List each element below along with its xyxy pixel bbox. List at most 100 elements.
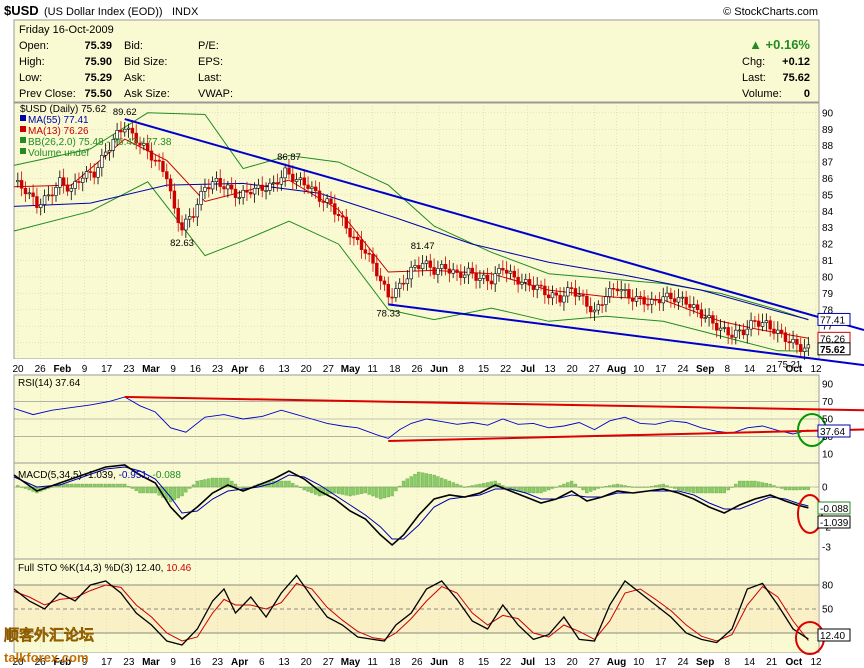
candle-body bbox=[462, 274, 467, 278]
x-tick-label: 26 bbox=[35, 364, 47, 375]
legend-ma55: MA(55) 77.41 bbox=[28, 115, 89, 126]
rsi-y-tick: 70 bbox=[822, 397, 834, 408]
macd-histogram-bar bbox=[176, 486, 180, 499]
candle-body bbox=[157, 159, 161, 162]
sto-tag: 12.40 bbox=[820, 631, 845, 642]
macd-histogram-bar bbox=[657, 484, 662, 488]
candle-body bbox=[69, 188, 73, 192]
macd-histogram-bar bbox=[84, 483, 89, 488]
candle-body bbox=[73, 181, 77, 189]
candle-body bbox=[596, 304, 601, 311]
candle-body bbox=[19, 180, 24, 189]
macd-histogram-bar bbox=[291, 483, 295, 488]
candle-body bbox=[646, 303, 650, 306]
macd-histogram-bar bbox=[527, 486, 532, 494]
candle-body bbox=[501, 268, 505, 271]
macd-histogram-bar bbox=[23, 486, 28, 489]
x-tick-label-bottom: 8 bbox=[725, 657, 731, 668]
candle-body bbox=[577, 294, 581, 297]
x-tick-label-bottom: 13 bbox=[278, 657, 290, 668]
candle-body bbox=[535, 284, 539, 290]
candle-body bbox=[787, 341, 791, 344]
candle-body bbox=[779, 329, 784, 334]
macd-histogram-bar bbox=[653, 485, 658, 488]
x-tick-label-bottom: 23 bbox=[123, 657, 135, 668]
price-right-tag: 77.41 bbox=[820, 315, 845, 326]
prev-close-value: 75.50 bbox=[84, 88, 112, 100]
x-tick-label-bottom: 6 bbox=[259, 657, 265, 668]
macd-histogram-bar bbox=[482, 483, 486, 488]
x-tick-label-bottom: 11 bbox=[367, 657, 378, 668]
candle-body bbox=[386, 284, 390, 298]
x-tick-label: Sep bbox=[696, 364, 714, 375]
candle-body bbox=[466, 267, 471, 276]
price-annotation: 78.33 bbox=[376, 308, 400, 319]
macd-histogram-bar bbox=[569, 480, 574, 488]
price-annotation: 82.63 bbox=[170, 238, 194, 249]
legend-volume: Volume undef bbox=[28, 148, 89, 159]
candle-body bbox=[287, 167, 291, 175]
candle-body bbox=[348, 227, 352, 238]
macd-histogram-bar bbox=[188, 486, 192, 489]
macd-histogram-bar bbox=[604, 486, 608, 488]
price-annotation: 89.62 bbox=[113, 107, 137, 118]
macd-histogram-bar bbox=[344, 486, 348, 496]
candle-body bbox=[317, 190, 322, 202]
x-tick-label: Jul bbox=[521, 364, 536, 375]
macd-histogram-bar bbox=[447, 480, 452, 488]
candle-body bbox=[130, 127, 135, 134]
candle-body bbox=[707, 315, 711, 318]
chg-label: Chg: bbox=[742, 56, 765, 68]
macd-histogram-bar bbox=[443, 479, 448, 488]
macd-histogram-bar bbox=[390, 486, 394, 497]
candle-body bbox=[172, 190, 177, 209]
candle-body bbox=[772, 328, 776, 334]
candle-body bbox=[539, 284, 543, 287]
macd-histogram-bar bbox=[462, 486, 467, 488]
candle-body bbox=[573, 288, 578, 297]
macd-histogram-bar bbox=[348, 486, 352, 497]
macd-histogram-bar bbox=[375, 486, 379, 498]
macd-histogram-bar bbox=[741, 480, 746, 488]
macd-histogram-bar bbox=[585, 486, 589, 494]
macd-histogram-bar bbox=[104, 483, 108, 488]
candle-body bbox=[665, 292, 669, 298]
candle-body bbox=[306, 184, 310, 189]
macd-histogram-bar bbox=[306, 486, 310, 492]
candle-body bbox=[734, 329, 738, 338]
open-value: 75.39 bbox=[84, 40, 112, 52]
macd-histogram-bar bbox=[566, 482, 570, 488]
price-y-tick: 79 bbox=[822, 289, 834, 300]
candle-body bbox=[184, 218, 188, 231]
x-tick-label: 12 bbox=[810, 364, 822, 375]
rsi-y-tick: 50 bbox=[822, 415, 834, 426]
candle-body bbox=[123, 129, 127, 133]
candle-body bbox=[81, 177, 85, 183]
sto-y-tick: 50 bbox=[822, 605, 834, 616]
candle-body bbox=[50, 194, 54, 197]
candle-body bbox=[802, 347, 807, 352]
x-tick-label: Aug bbox=[607, 364, 626, 375]
candle-body bbox=[325, 198, 329, 203]
macd-histogram-bar bbox=[199, 480, 203, 488]
x-tick-label: 9 bbox=[170, 364, 176, 375]
high-value: 75.90 bbox=[84, 56, 112, 68]
macd-histogram-bar bbox=[577, 486, 581, 488]
macd-histogram-bar bbox=[543, 486, 547, 492]
candle-body bbox=[264, 190, 268, 192]
candle-body bbox=[180, 222, 184, 231]
x-tick-label: 14 bbox=[744, 364, 756, 375]
x-tick-label: 8 bbox=[459, 364, 465, 375]
macd-histogram-bar bbox=[695, 486, 700, 494]
candle-body bbox=[558, 294, 562, 303]
macd-histogram-bar bbox=[336, 486, 341, 494]
macd-histogram-bar bbox=[424, 473, 429, 488]
ask-size-label: Ask Size: bbox=[124, 88, 170, 100]
macd-histogram-bar bbox=[149, 486, 154, 494]
candle-body bbox=[375, 262, 379, 277]
candle-body bbox=[100, 154, 104, 168]
candle-body bbox=[39, 204, 43, 208]
candle-body bbox=[218, 178, 222, 187]
candle-body bbox=[508, 270, 513, 274]
candle-body bbox=[413, 265, 417, 268]
